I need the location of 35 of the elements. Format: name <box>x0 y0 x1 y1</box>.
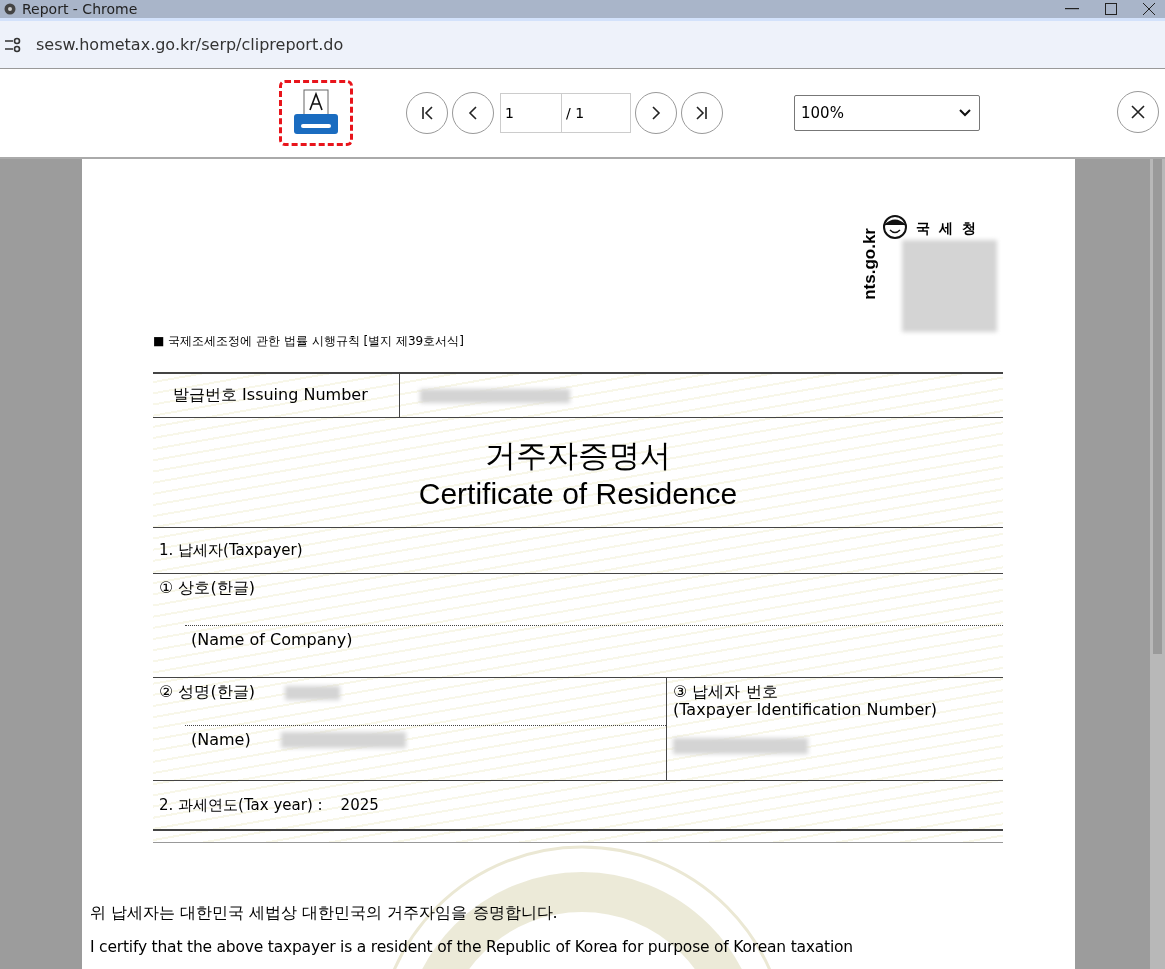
form-reference: ■ 국제조세조정에 관한 법률 시행규칙 [별지 제39호서식] <box>153 333 464 350</box>
logo-url: nts.go.kr <box>860 228 880 300</box>
field-label: ① 상호(한글) <box>159 578 256 599</box>
field-label: ③ 납세자 번호 <box>673 683 779 701</box>
redacted-text <box>284 685 340 700</box>
field-label: (Taxpayer Identification Number) <box>673 700 939 719</box>
field-label: (Name) <box>191 730 251 749</box>
tax-year-value: 2025 <box>340 796 379 814</box>
last-page-button[interactable] <box>681 92 723 134</box>
zoom-select[interactable]: 100% <box>794 95 980 131</box>
document-title-english: Certificate of Residence <box>418 476 738 511</box>
logo-text: 국 세 청 <box>916 220 978 238</box>
first-page-button[interactable] <box>406 92 448 134</box>
caret-icon <box>959 109 971 117</box>
page-total: / 1 <box>565 104 586 123</box>
print-button[interactable] <box>279 80 353 146</box>
maximize-icon[interactable] <box>1105 3 1117 15</box>
page-field[interactable]: 1 / 1 <box>500 93 631 133</box>
close-button[interactable] <box>1117 91 1159 133</box>
statement-english: I certify that the above taxpayer is a resident of the Republic of Korea for purpose of Korean taxation <box>90 937 854 958</box>
scrollbar[interactable] <box>1150 159 1165 969</box>
field-label: ② 성명(한글) <box>159 682 255 703</box>
site-settings-icon[interactable] <box>4 36 22 53</box>
field-label: (Name of Company) <box>185 625 1003 649</box>
mascot-icon <box>882 214 908 240</box>
issuing-number-label: 발급번호 Issuing Number <box>153 374 400 417</box>
window-title: Report - Chrome <box>22 1 138 17</box>
section-heading: 1. 납세자(Taxpayer) <box>159 541 303 560</box>
chrome-icon <box>4 3 16 15</box>
minimize-icon[interactable] <box>1065 8 1079 10</box>
document-title: 거주자증명서 <box>485 435 671 475</box>
statement-korean: 위 납세자는 대한민국 세법상 대한민국의 거주자임을 증명합니다. <box>90 902 559 924</box>
section-heading: 2. 과세연도(Tax year) : <box>159 795 323 815</box>
url-text[interactable]: sesw.hometax.go.kr/serp/clipreport.do <box>36 35 344 54</box>
close-icon[interactable] <box>1143 3 1155 15</box>
